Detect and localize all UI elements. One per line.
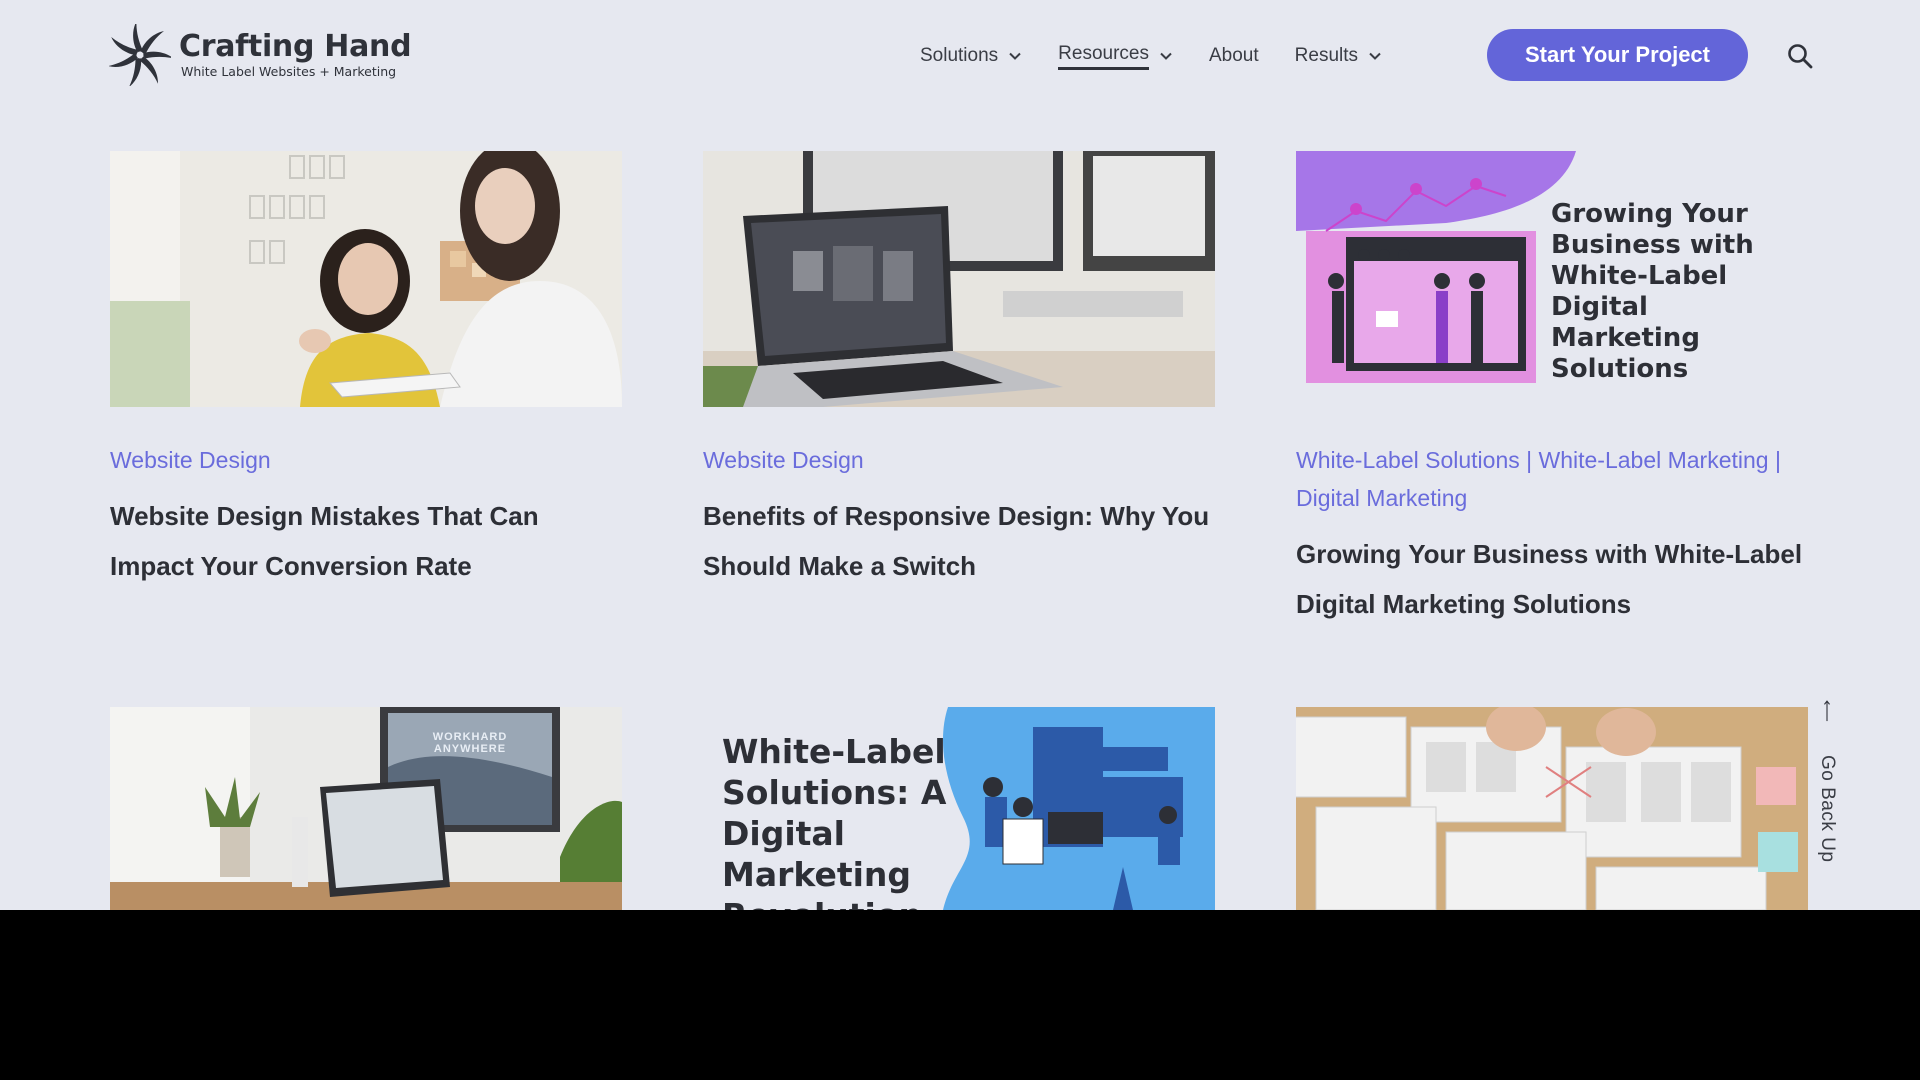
post-card[interactable]: Website Design Benefits of Responsive De…	[703, 151, 1215, 591]
nav-label: Results	[1294, 45, 1359, 66]
post-card[interactable]: White-Label Solutions: A Digital Marketi…	[703, 707, 1215, 910]
chevron-down-icon	[1160, 52, 1172, 60]
brand-tagline: White Label Websites + Marketing	[181, 64, 397, 79]
nav-label: Solutions	[920, 45, 999, 66]
white-label-revolution-illustration[interactable]: White-Label Solutions: A Digital Marketi…	[703, 707, 1215, 910]
site-header: Crafting Hand White Label Websites + Mar…	[0, 0, 1920, 110]
image-caption-text: Growing Your Business with White-Label D…	[1551, 199, 1754, 384]
post-category[interactable]: White-Label Solutions | White-Label Mark…	[1296, 441, 1808, 517]
post-card[interactable]: WORKHARD ANYWHERE	[110, 707, 622, 910]
post-title[interactable]: Growing Your Business with White-Label D…	[1296, 529, 1808, 629]
nav-item-solutions[interactable]: Solutions	[920, 45, 1022, 67]
category-link[interactable]: Website Design	[110, 447, 271, 473]
go-back-up-arrow-icon[interactable]	[1812, 700, 1842, 760]
nav-label: Resources	[1058, 43, 1149, 70]
post-card[interactable]: Website Design Website Design Mistakes T…	[110, 151, 622, 591]
growing-business-illustration[interactable]: Growing Your Business with White-Label D…	[1296, 151, 1808, 407]
chevron-down-icon	[1369, 52, 1381, 60]
post-title[interactable]: Benefits of Responsive Design: Why You S…	[703, 491, 1215, 591]
nav-item-results[interactable]: Results	[1295, 45, 1382, 67]
nav-item-about[interactable]: About	[1209, 45, 1259, 67]
logo-text: Crafting Hand White Label Websites + Mar…	[179, 29, 412, 80]
logo[interactable]: Crafting Hand White Label Websites + Mar…	[109, 24, 412, 86]
wireframe-sketching-photo[interactable]	[1296, 707, 1808, 910]
start-project-button[interactable]: Start Your Project	[1487, 29, 1748, 81]
black-letterbox	[0, 910, 1920, 1080]
post-category[interactable]: Website Design	[703, 441, 1215, 479]
post-card[interactable]	[1296, 707, 1808, 910]
search-icon[interactable]	[1786, 42, 1814, 70]
laptop-and-monitors-photo[interactable]	[703, 151, 1215, 407]
brand-name: Crafting Hand	[179, 29, 412, 64]
post-title[interactable]: Website Design Mistakes That Can Impact …	[110, 491, 622, 591]
nav-item-resources[interactable]: Resources	[1058, 43, 1173, 70]
chevron-down-icon	[1009, 52, 1021, 60]
category-link[interactable]: Website Design	[703, 447, 864, 473]
image-caption-text: WORKHARD ANYWHERE	[432, 731, 508, 755]
pinwheel-logo-icon	[109, 24, 171, 86]
image-caption-text: White-Label Solutions: A Digital Marketi…	[722, 732, 947, 910]
nav-label: About	[1209, 45, 1259, 66]
category-link[interactable]: White-Label Solutions | White-Label Mark…	[1296, 447, 1781, 511]
post-card[interactable]: Growing Your Business with White-Label D…	[1296, 151, 1808, 629]
go-back-up-link[interactable]: Go Back Up	[1816, 755, 1838, 862]
laptop-workspace-photo[interactable]: WORKHARD ANYWHERE	[110, 707, 622, 910]
main-nav: Solutions Resources About Results	[920, 42, 1418, 70]
two-women-discussing-tablet-photo[interactable]	[110, 151, 622, 407]
post-category[interactable]: Website Design	[110, 441, 622, 479]
page-viewport: Crafting Hand White Label Websites + Mar…	[0, 0, 1920, 910]
